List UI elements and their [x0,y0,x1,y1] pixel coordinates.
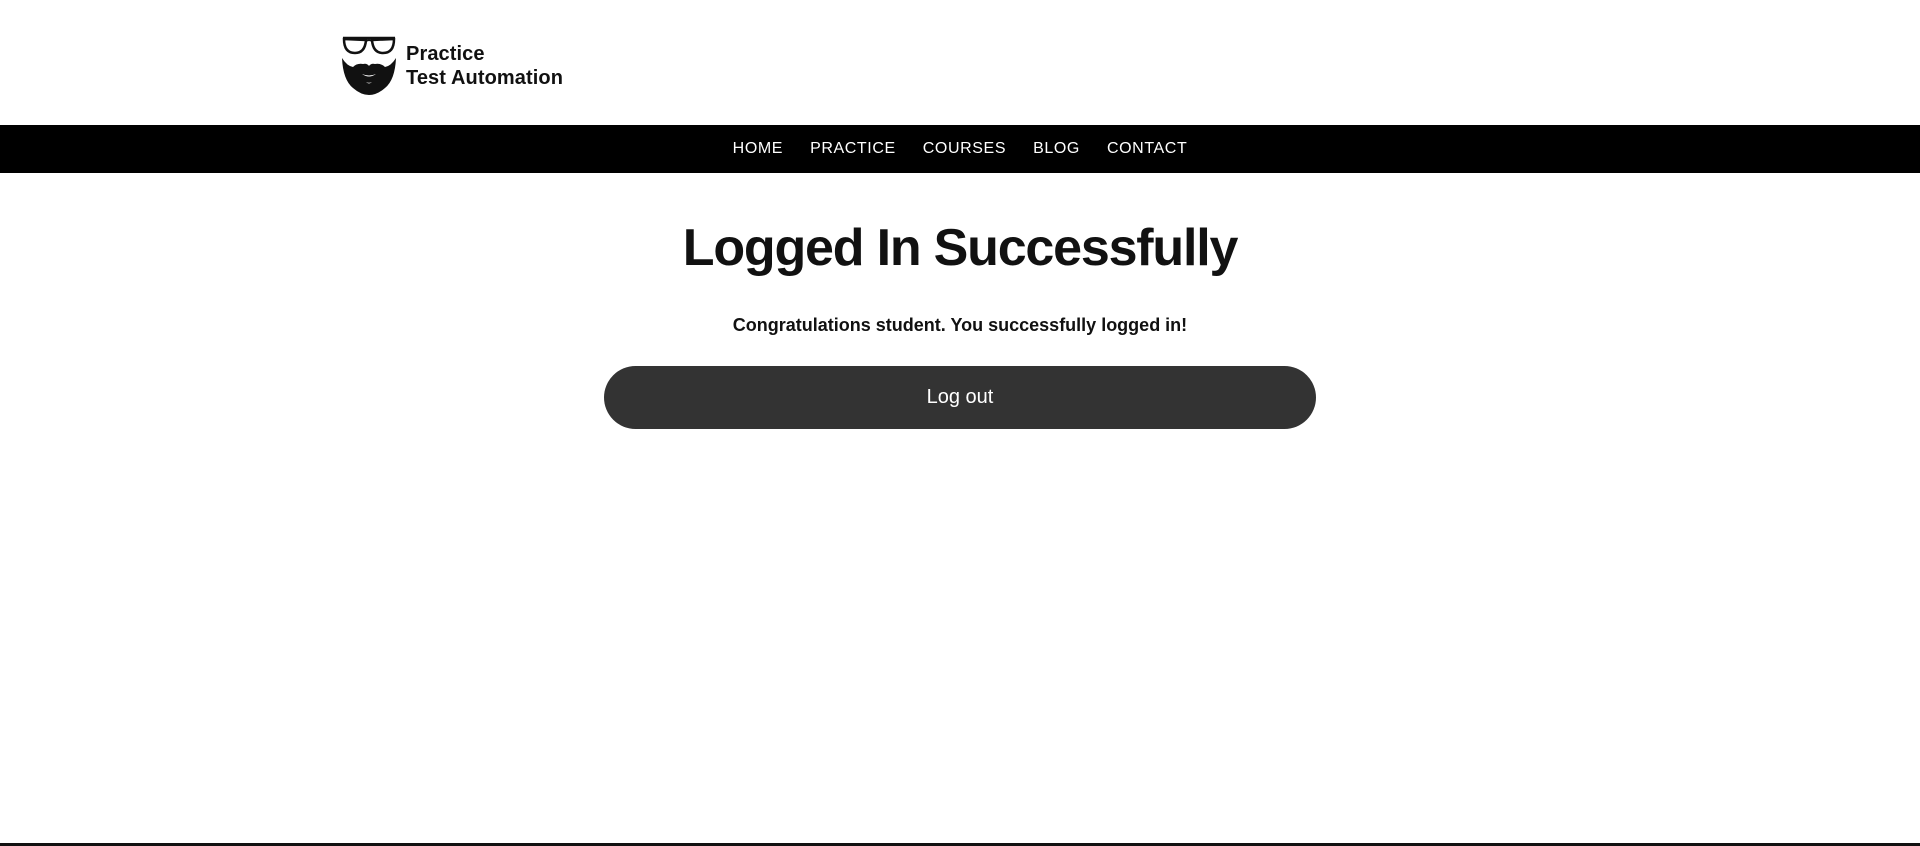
nav-item-blog[interactable]: BLOG [1020,140,1094,157]
logout-button[interactable]: Log out [604,366,1316,429]
site-logo-link[interactable]: Practice Test Automation [341,36,563,96]
site-header: Practice Test Automation [0,0,1920,125]
nav-item-courses[interactable]: COURSES [909,140,1019,157]
nav-item-practice[interactable]: PRACTICE [797,140,910,157]
nav-item-contact[interactable]: CONTACT [1093,140,1200,157]
success-message: Congratulations student. You successfull… [732,315,1188,335]
nav-item-home[interactable]: HOME [719,140,796,157]
logo-line-1: Practice [406,43,485,65]
glasses-beard-icon [342,36,396,95]
page-title: Logged In Successfully [682,219,1239,277]
main-navigation: HOME PRACTICE COURSES BLOG CONTACT [0,125,1920,173]
nav-list: HOME PRACTICE COURSES BLOG CONTACT [719,140,1201,158]
logo-line-2: Test Automation [406,67,564,89]
site-logo-text: Practice Test Automation [406,42,563,90]
